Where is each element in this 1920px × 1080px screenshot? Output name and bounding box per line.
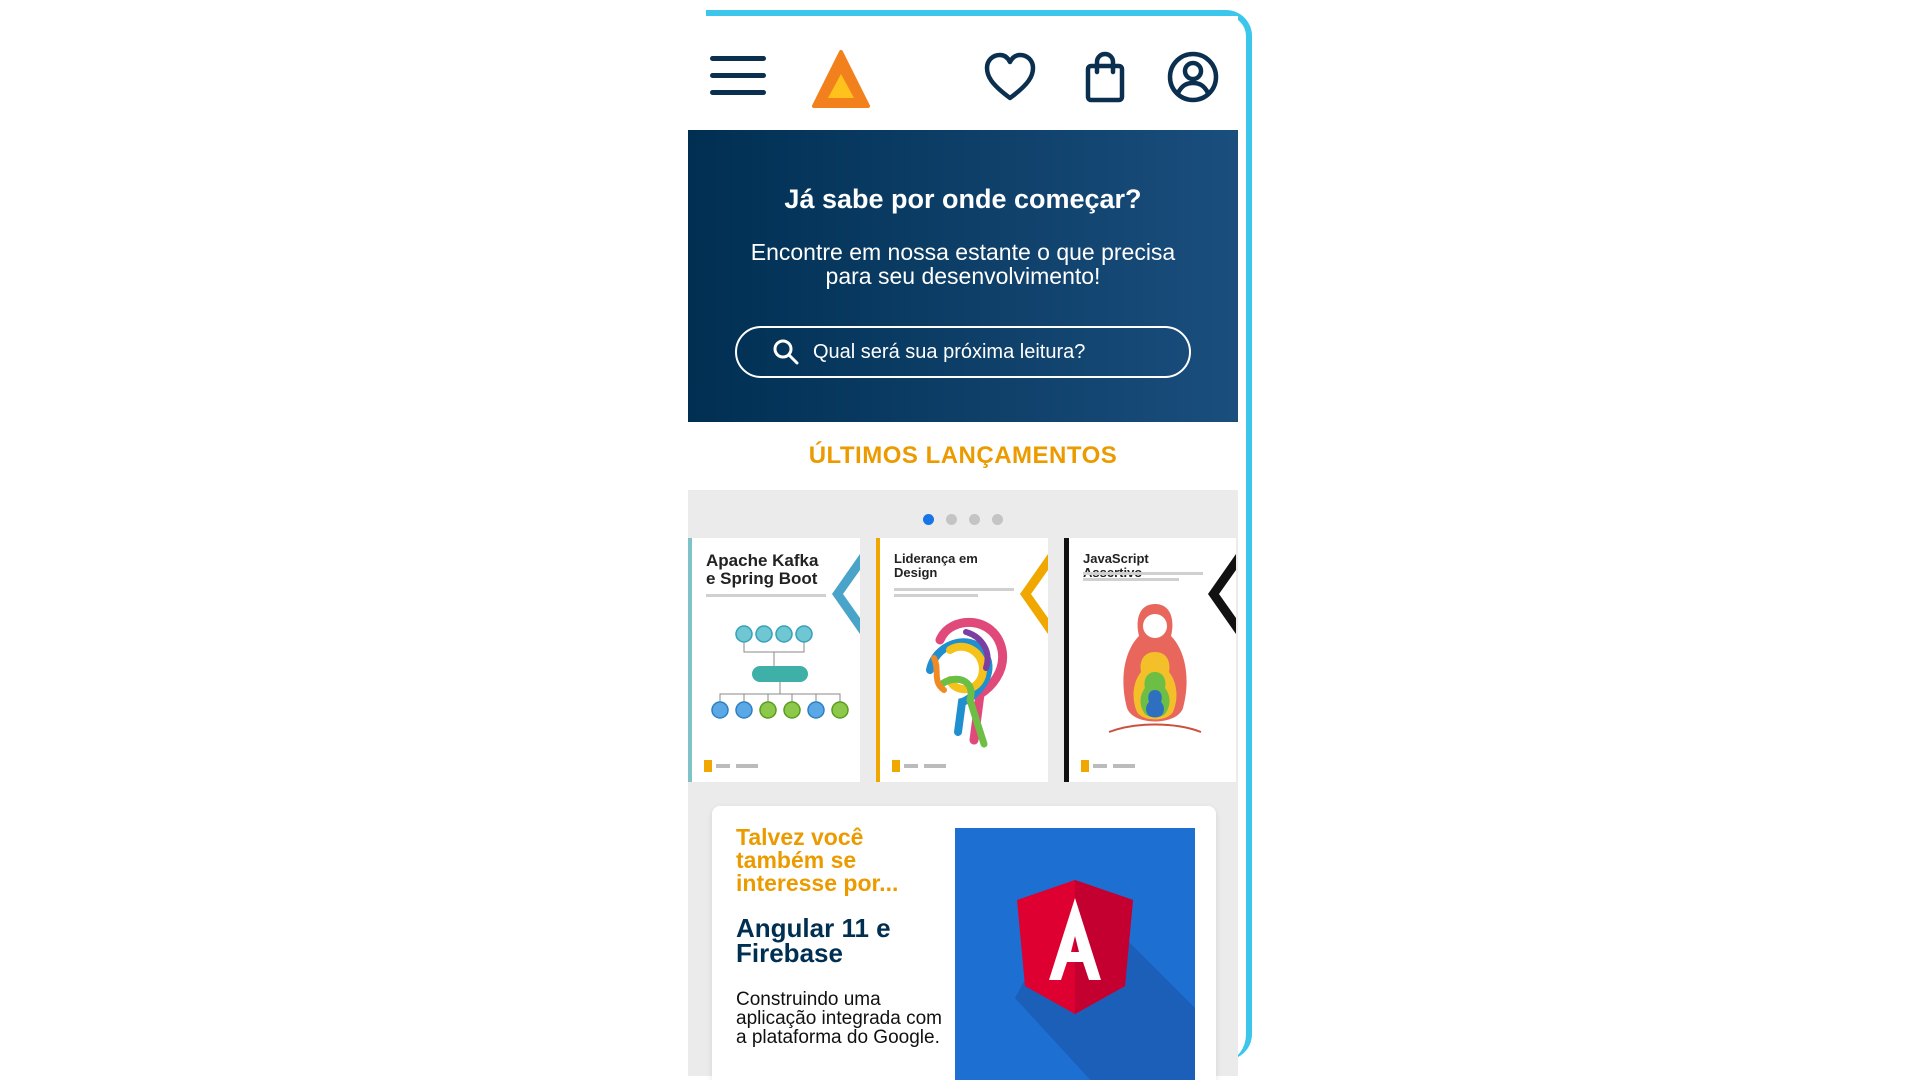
carousel-dot-3[interactable] — [969, 514, 980, 525]
suggestion-cover[interactable] — [955, 828, 1195, 1080]
chevron-left-icon — [1020, 554, 1048, 634]
angular-logo-icon — [1015, 880, 1195, 1080]
book-list: Apache Kafka e Spring Boot Liderança em … — [688, 538, 1238, 782]
publisher-logo-icon — [892, 760, 946, 772]
search-box[interactable] — [735, 326, 1191, 378]
search-input[interactable] — [811, 339, 1155, 365]
book-subtitle-lines — [706, 594, 826, 610]
suggestion-card[interactable]: Talvez você também se interesse por... A… — [712, 806, 1216, 1080]
search-icon — [773, 339, 799, 365]
book-title: Liderança em Design — [894, 551, 978, 580]
carousel-dot-1[interactable] — [923, 514, 934, 525]
publisher-logo-icon — [1081, 760, 1135, 772]
book-cover-design-leadership[interactable]: Liderança em Design — [876, 538, 1048, 782]
book-cover-javascript[interactable]: JavaScript Assertivo — [1064, 538, 1236, 782]
book-subtitle-lines — [1083, 572, 1203, 588]
book-cover-kafka[interactable]: Apache Kafka e Spring Boot — [688, 538, 860, 782]
hamburger-menu-icon[interactable] — [710, 56, 766, 96]
carousel-dot-2[interactable] — [946, 514, 957, 525]
suggestion-tag: Talvez você também se interesse por... — [736, 824, 899, 896]
carousel-dots — [688, 514, 1238, 525]
publisher-logo-icon — [704, 760, 758, 772]
hero-subtitle: Encontre em nossa estante o que precisa … — [750, 239, 1176, 289]
user-account-icon[interactable] — [1164, 48, 1222, 106]
heart-icon[interactable] — [981, 48, 1039, 106]
colorful-head-illustration-icon — [926, 617, 1008, 748]
chevron-left-icon — [1208, 554, 1236, 634]
hero-banner: Já sabe por onde começar? Encontre em no… — [688, 130, 1238, 422]
book-title: Apache Kafka e Spring Boot — [706, 551, 819, 588]
carousel-dot-4[interactable] — [992, 514, 1003, 525]
app-header — [688, 16, 1238, 130]
latest-releases-title: ÚLTIMOS LANÇAMENTOS — [808, 442, 1118, 469]
triangle-logo-icon[interactable] — [810, 48, 872, 110]
matryoshka-doll-icon — [1108, 604, 1202, 733]
hero-title: Já sabe por onde começar? — [784, 184, 1142, 214]
suggestion-description: Construindo uma aplicação integrada com … — [736, 989, 942, 1048]
suggestion-title[interactable]: Angular 11 e Firebase — [736, 915, 936, 966]
mobile-screen: Já sabe por onde começar? Encontre em no… — [688, 16, 1238, 1080]
book-subtitle-lines — [894, 588, 1014, 604]
kafka-diagram-icon — [711, 625, 849, 719]
shopping-bag-icon[interactable] — [1076, 48, 1134, 106]
